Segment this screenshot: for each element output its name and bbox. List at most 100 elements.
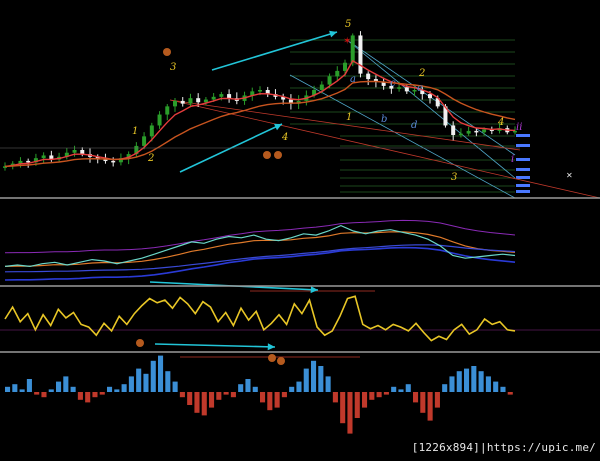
chart-root: 1 2 3 4 5 1 2 3 4 a b c d e ii i ✶ ✕ [1226x894]|https://u…: [0, 0, 600, 457]
histogram-bar: [41, 392, 47, 398]
candle-body: [173, 100, 177, 107]
candle-body: [203, 99, 208, 103]
histogram-bar: [311, 360, 317, 392]
histogram-bar: [92, 392, 98, 398]
histogram-bar: [485, 376, 491, 392]
subwave-label: d: [411, 120, 417, 131]
histogram-bar: [252, 386, 258, 392]
histogram-bar: [56, 381, 62, 392]
histogram-bar: [500, 386, 506, 392]
divergence-marker: [136, 339, 144, 347]
histogram-bar: [354, 392, 360, 418]
divergence-marker: [263, 151, 271, 159]
candle-body: [412, 90, 417, 92]
candle-body: [157, 114, 162, 126]
histogram-bar: [303, 368, 309, 392]
candle-body: [428, 94, 432, 99]
histogram-bar: [442, 384, 448, 392]
wave-label: 1: [132, 126, 138, 137]
histogram-bar: [318, 366, 324, 392]
fib-level-label: [516, 144, 530, 147]
histogram-bar: [464, 368, 470, 392]
candle-body: [397, 87, 402, 89]
candle-body: [327, 76, 332, 85]
candle-body: [474, 130, 479, 133]
histogram-bar: [128, 376, 134, 392]
histogram-bar: [267, 392, 273, 411]
histogram-bar: [143, 373, 149, 392]
histogram-bar: [398, 389, 404, 392]
histogram-bar: [281, 392, 287, 398]
wave-label: 4: [497, 117, 504, 128]
candle-body: [165, 106, 170, 115]
histogram-bar: [230, 392, 236, 398]
histogram-bar: [340, 392, 346, 424]
image-watermark: [1226x894]|https://upic.me/: [411, 441, 596, 454]
histogram-bar: [289, 386, 295, 392]
histogram-bar: [493, 381, 499, 392]
fib-level-label: [516, 184, 530, 187]
histogram-bar: [99, 392, 105, 395]
histogram-bar: [209, 392, 215, 408]
candle-body: [72, 150, 77, 153]
subwave-label: c: [390, 78, 396, 89]
candle-body: [188, 98, 193, 104]
candle-body: [149, 125, 154, 137]
histogram-bar: [383, 392, 389, 395]
candle-body: [335, 70, 340, 77]
histogram-bar: [260, 392, 266, 403]
candle-body: [211, 96, 216, 100]
wave-label: 2: [418, 68, 425, 79]
candle-body: [451, 125, 456, 135]
histogram-bar: [165, 371, 171, 392]
candle-body: [343, 62, 347, 71]
histogram-bar: [434, 392, 440, 408]
candle-body: [142, 136, 147, 146]
candle-body: [180, 100, 185, 104]
histogram-bar: [158, 355, 164, 392]
histogram-bar: [121, 384, 127, 392]
candle-body: [366, 73, 371, 80]
histogram-bar: [136, 368, 142, 392]
histogram-bar: [114, 389, 120, 392]
alt-wave-label: i: [511, 154, 514, 165]
histogram-bar: [194, 392, 200, 413]
histogram-bar: [85, 392, 91, 403]
histogram-bar: [420, 392, 426, 413]
histogram-bar: [150, 360, 156, 392]
candle-body: [26, 160, 31, 163]
fib-level-label: [516, 134, 530, 137]
candle-body: [482, 129, 487, 133]
histogram-bar: [369, 392, 375, 400]
histogram-bar: [274, 392, 280, 408]
histogram-bar: [347, 392, 353, 434]
wave-label: 3: [451, 172, 457, 183]
subwave-label: e: [417, 83, 423, 94]
subwave-label: a: [350, 74, 356, 85]
histogram-bar: [427, 392, 433, 421]
candle-body: [358, 35, 363, 74]
candle-body: [80, 150, 85, 155]
histogram-bar: [34, 392, 40, 395]
histogram-bar: [19, 389, 25, 392]
histogram-bar: [179, 392, 185, 398]
histogram-bar: [413, 392, 419, 403]
candle-body: [258, 90, 262, 92]
candle-body: [111, 160, 116, 163]
wave-label: 3: [170, 62, 176, 73]
histogram-bar: [478, 371, 484, 392]
wave-label: 4: [281, 132, 288, 143]
histogram-bar: [77, 392, 83, 400]
histogram-bar: [5, 386, 11, 392]
histogram-bar: [223, 392, 229, 395]
fib-level-label: [516, 158, 530, 161]
histogram-bar: [63, 376, 69, 392]
candle-body: [458, 133, 463, 136]
histogram-bar: [471, 366, 477, 392]
candle-body: [466, 130, 471, 134]
candle-body: [319, 84, 324, 90]
candle-body: [404, 87, 409, 92]
histogram-bar: [456, 371, 462, 392]
histogram-bar: [296, 381, 302, 392]
histogram-bar: [362, 392, 368, 408]
